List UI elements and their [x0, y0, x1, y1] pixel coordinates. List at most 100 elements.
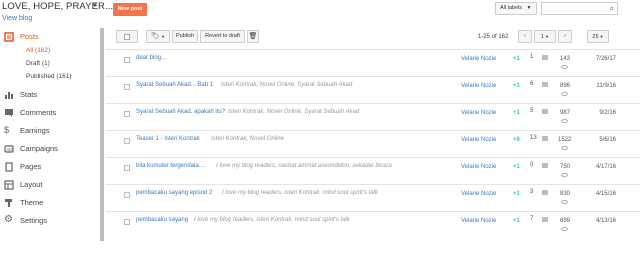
post-row[interactable]: bila komuter tergendala.... I love my bl…: [106, 157, 640, 184]
post-row[interactable]: Syarat Sebuah Akad... Bab 1 Isteri Kontr…: [106, 76, 640, 103]
sidebar-item-theme[interactable]: Theme: [0, 196, 100, 212]
select-all-checkbox[interactable]: [116, 30, 138, 43]
per-page-select[interactable]: 25 ▼: [587, 30, 609, 43]
comment-icon: [542, 82, 548, 87]
post-author[interactable]: Velarie Nozie: [461, 83, 496, 89]
chevron-right-icon: ›: [564, 33, 566, 39]
comment-count[interactable]: 0: [530, 162, 533, 168]
post-author[interactable]: Velarie Nozie: [461, 110, 496, 116]
post-author[interactable]: Velarie Nozie: [461, 164, 496, 170]
row-checkbox[interactable]: [124, 219, 130, 225]
post-date: 7/26/17: [595, 56, 616, 62]
post-labels: I love my blog readers, isteri Kontrak, …: [222, 190, 378, 196]
view-count: 143: [559, 56, 570, 62]
row-checkbox[interactable]: [124, 111, 130, 117]
post-author[interactable]: Velarie Nozie: [461, 218, 496, 224]
next-page-button[interactable]: ›: [558, 30, 572, 43]
sidebar-item-earnings[interactable]: $ Earnings: [0, 124, 100, 140]
comment-icon: [542, 136, 548, 141]
post-title[interactable]: pembacaku sayang: [136, 217, 188, 223]
comment-count[interactable]: 13: [530, 135, 537, 141]
sidebar-item-settings[interactable]: ⚙ Settings: [0, 214, 100, 230]
pages-icon: [5, 162, 13, 172]
row-checkbox[interactable]: [124, 84, 130, 90]
post-title[interactable]: Syarat Sebuah Akad... Bab 1: [136, 82, 213, 88]
sidebar-item-label: Comments: [20, 108, 57, 117]
label-dropdown-button[interactable]: 🏷 ▼: [146, 30, 170, 43]
comment-count[interactable]: 6: [530, 81, 533, 87]
row-checkbox[interactable]: [124, 138, 130, 144]
trash-icon: 🗑: [248, 33, 258, 40]
sidebar-item-stats[interactable]: Stats: [0, 88, 100, 104]
post-author[interactable]: Velarie Nozie: [461, 137, 496, 143]
comment-icon: [542, 109, 548, 114]
post-title[interactable]: Syarat Sebuah Akad, apakah itu?: [136, 109, 225, 115]
plus-one-count: +1: [513, 218, 520, 224]
row-checkbox[interactable]: [124, 57, 130, 63]
post-title[interactable]: pembacaku sayang episod 2: [136, 190, 212, 196]
sidebar-item-comments[interactable]: Comments: [0, 106, 100, 122]
comment-icon: [542, 163, 548, 168]
sidebar-item-pages[interactable]: Pages: [0, 160, 100, 176]
page-number-select[interactable]: 1 ▼: [534, 30, 556, 43]
comment-count[interactable]: 1: [530, 54, 533, 60]
sidebar-item-layout[interactable]: Layout: [0, 178, 100, 194]
eye-icon: [561, 200, 568, 204]
plus-one-count: +1: [513, 110, 520, 116]
post-row[interactable]: Teaser 1 - Isteri Kontrak Isteri Kontrak…: [106, 130, 640, 157]
stats-icon: [5, 92, 13, 99]
comment-count[interactable]: 7: [530, 216, 533, 222]
layout-icon: [4, 180, 14, 190]
post-row[interactable]: pembacaku sayang I love my blog readers,…: [106, 211, 640, 238]
post-labels: I love my blog readers, nashat ammat ase…: [216, 163, 392, 169]
gear-icon: ⚙: [4, 214, 13, 225]
sidebar-scrollbar[interactable]: [100, 28, 104, 241]
post-author[interactable]: Velarie Nozie: [461, 56, 496, 62]
prev-page-button[interactable]: ‹: [518, 30, 532, 43]
sidebar-subitem-draft[interactable]: Draft (1): [26, 60, 50, 67]
post-title[interactable]: bila komuter tergendala....: [136, 163, 205, 169]
posts-toolbar: 🏷 ▼ Publish Revert to draft 🗑 1-25 of 16…: [106, 28, 640, 48]
sidebar-item-label: Layout: [20, 180, 43, 189]
top-bar: LOVE, HOPE, PRAYER... ▼ View blog New po…: [0, 0, 640, 28]
sidebar: Posts All (162) Draft (1) Published (161…: [0, 28, 100, 259]
post-row[interactable]: dear blog... Velarie Nozie +1 1 143 7/26…: [106, 49, 640, 76]
comment-count[interactable]: 5: [530, 108, 533, 114]
post-title[interactable]: Teaser 1 - Isteri Kontrak: [136, 136, 200, 142]
sidebar-subitem-all[interactable]: All (162): [26, 47, 50, 54]
post-labels: Isteri Kontrak, Novel Online: [211, 136, 285, 142]
view-count: 699: [559, 218, 570, 224]
sidebar-item-posts[interactable]: Posts: [0, 30, 100, 46]
sidebar-item-label: Stats: [20, 90, 38, 99]
publish-button[interactable]: Publish: [172, 30, 198, 43]
view-count: 987: [559, 110, 570, 116]
search-input[interactable]: ⌕: [541, 2, 618, 15]
chevron-down-icon[interactable]: ▼: [92, 3, 98, 9]
chevron-down-icon: ▼: [526, 5, 532, 11]
view-blog-link[interactable]: View blog: [2, 15, 32, 22]
eye-icon: [561, 119, 568, 123]
eye-icon: [561, 146, 568, 150]
comment-icon: [542, 190, 548, 195]
plus-one-count: +1: [513, 164, 520, 170]
row-checkbox[interactable]: [124, 165, 130, 171]
row-checkbox[interactable]: [124, 192, 130, 198]
comment-count[interactable]: 3: [530, 189, 533, 195]
chevron-down-icon: ▼: [543, 34, 550, 39]
delete-button[interactable]: 🗑: [247, 30, 259, 43]
sidebar-item-label: Theme: [20, 198, 44, 207]
all-labels-dropdown[interactable]: All labels ▼: [495, 2, 537, 15]
revert-to-draft-button[interactable]: Revert to draft: [200, 30, 245, 43]
sidebar-subitem-published[interactable]: Published (161): [26, 73, 72, 80]
post-author[interactable]: Velarie Nozie: [461, 191, 496, 197]
comment-icon: [542, 55, 548, 60]
search-icon[interactable]: ⌕: [610, 4, 614, 14]
post-row[interactable]: Syarat Sebuah Akad, apakah itu? Isteri K…: [106, 103, 640, 130]
view-count: 896: [559, 83, 570, 89]
sidebar-item-campaigns[interactable]: AD Campaigns: [0, 142, 100, 158]
eye-icon: [561, 65, 568, 69]
new-post-button[interactable]: New post: [113, 3, 147, 16]
post-row[interactable]: pembacaku sayang episod 2 I love my blog…: [106, 184, 640, 211]
svg-text:AD: AD: [6, 147, 13, 152]
post-title[interactable]: dear blog...: [136, 55, 166, 61]
